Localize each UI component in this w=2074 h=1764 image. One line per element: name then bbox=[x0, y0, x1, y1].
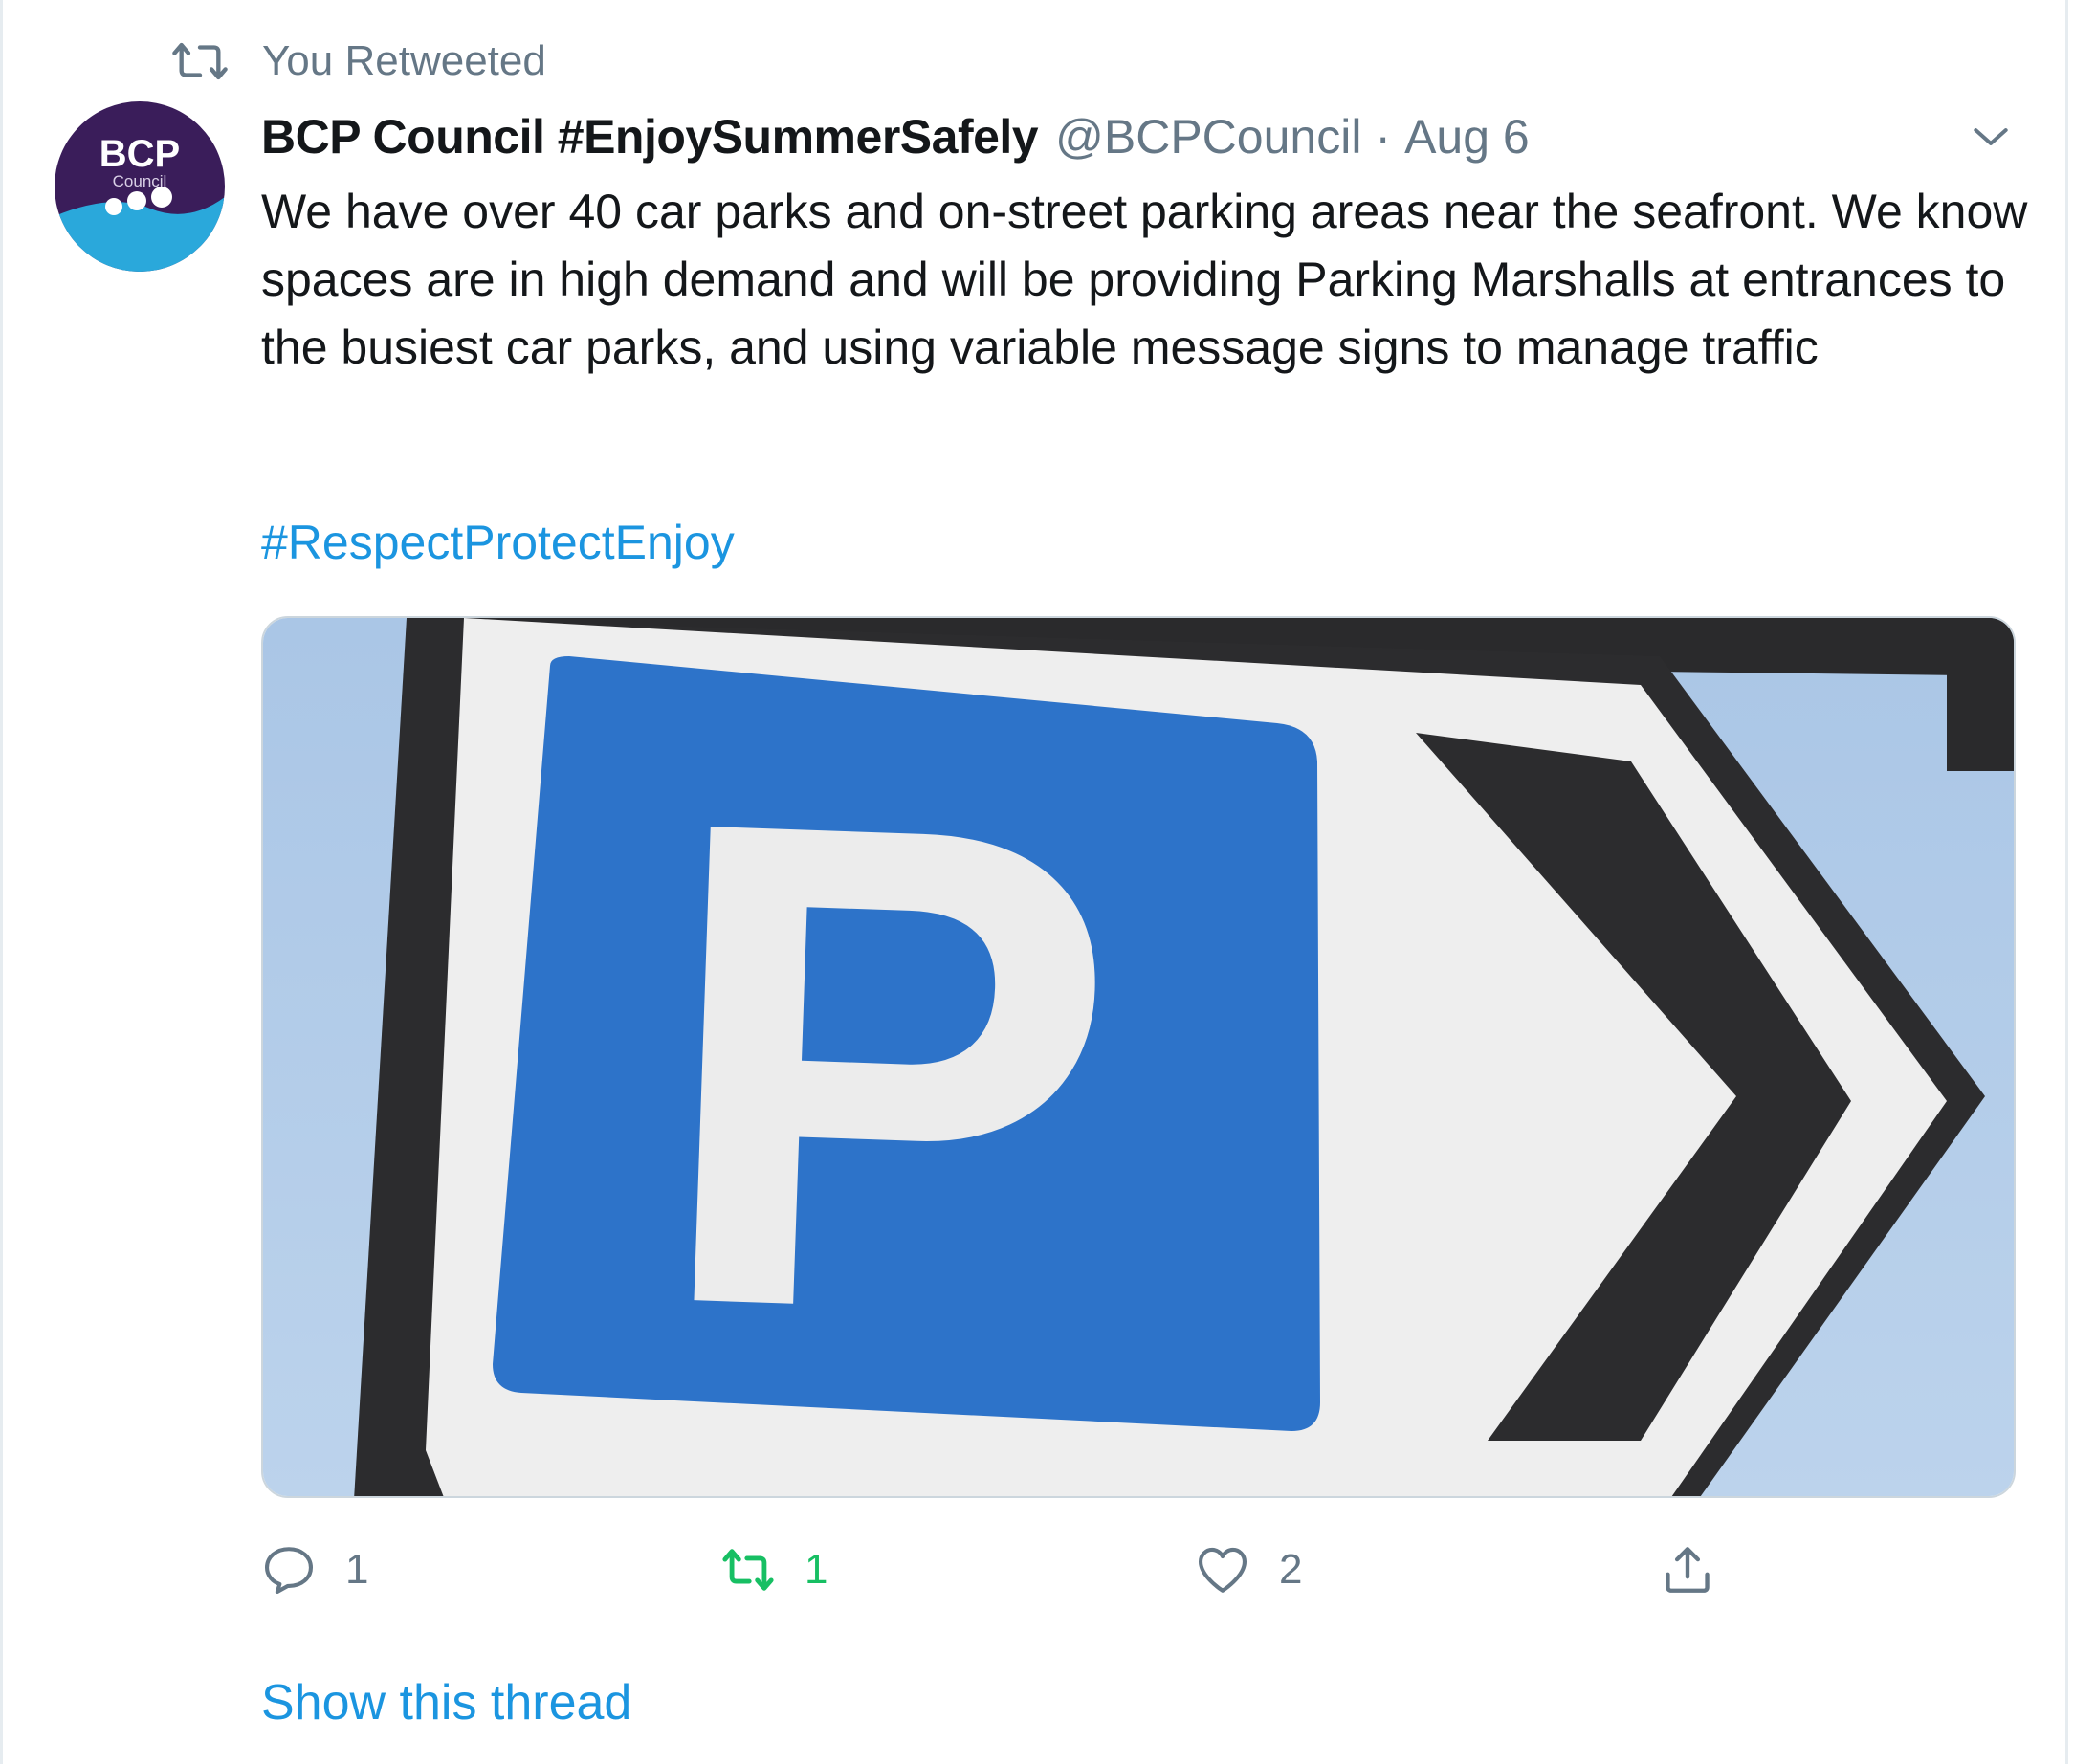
reply-icon bbox=[264, 1547, 314, 1595]
reply-count: 1 bbox=[345, 1546, 369, 1593]
show-thread-link[interactable]: Show this thread bbox=[261, 1674, 631, 1731]
retweet-button[interactable]: 1 bbox=[720, 1536, 827, 1603]
retweet-icon bbox=[722, 1549, 774, 1591]
parking-sign-photo: P bbox=[263, 618, 2014, 1496]
retweet-icon bbox=[172, 42, 228, 80]
tweet-date[interactable]: Aug 6 bbox=[1404, 109, 1530, 165]
chevron-down-icon[interactable] bbox=[1971, 117, 2011, 157]
heart-icon bbox=[1198, 1547, 1247, 1593]
like-count: 2 bbox=[1279, 1546, 1303, 1593]
bcp-council-logo: BCP Council bbox=[55, 101, 225, 272]
tweet-media-image[interactable]: P bbox=[261, 616, 2016, 1498]
sign-letter: P bbox=[643, 675, 1129, 1461]
display-name[interactable]: BCP Council #EnjoySummerSafely bbox=[261, 109, 1039, 165]
retweet-context[interactable]: You Retweeted bbox=[172, 33, 546, 90]
avatar-logo-text: BCP bbox=[99, 133, 180, 175]
retweet-count: 1 bbox=[805, 1546, 828, 1593]
share-icon bbox=[1666, 1547, 1710, 1593]
share-button[interactable] bbox=[1660, 1536, 1715, 1603]
avatar[interactable]: BCP Council bbox=[55, 101, 225, 272]
retweet-context-label: You Retweeted bbox=[262, 37, 546, 84]
avatar-logo-subtext: Council bbox=[113, 172, 167, 190]
reply-button[interactable]: 1 bbox=[261, 1536, 368, 1603]
hashtag-link[interactable]: #RespectProtectEnjoy bbox=[261, 515, 735, 570]
header-separator: · bbox=[1375, 110, 1392, 164]
like-button[interactable]: 2 bbox=[1195, 1536, 1302, 1603]
tweet-actions: 1 1 2 bbox=[261, 1536, 2016, 1603]
tweet-text: We have over 40 car parks and on-street … bbox=[261, 185, 2028, 374]
user-handle[interactable]: @BCPCouncil bbox=[1055, 109, 1361, 165]
tweet-header: BCP Council #EnjoySummerSafely @BCPCounc… bbox=[261, 103, 1530, 170]
